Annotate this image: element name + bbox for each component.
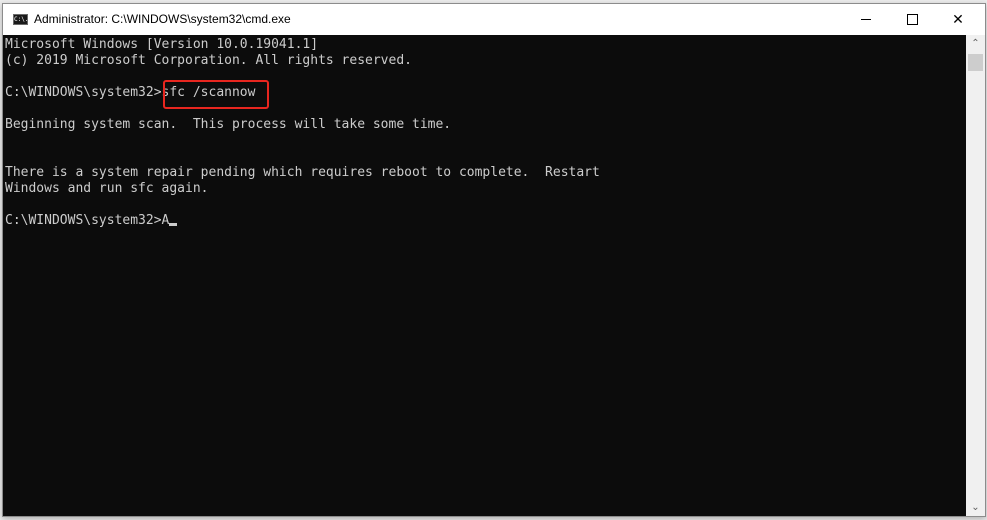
console-line: Microsoft Windows [Version 10.0.19041.1] — [5, 37, 319, 52]
minimize-button[interactable] — [843, 4, 889, 35]
close-button[interactable]: ✕ — [935, 4, 981, 35]
prompt-text: C:\WINDOWS\system32>A — [5, 213, 170, 228]
text-cursor — [169, 223, 178, 226]
cmd-window: C:\. Administrator: C:\WINDOWS\system32\… — [2, 3, 986, 517]
cmd-icon: C:\. — [13, 14, 28, 25]
vertical-scrollbar[interactable]: ⌃ ⌄ — [966, 35, 985, 516]
maximize-button[interactable] — [889, 4, 935, 35]
prompt-line[interactable]: C:\WINDOWS\system32>A — [5, 213, 178, 229]
scroll-up-icon[interactable]: ⌃ — [966, 35, 985, 52]
console-line: Windows and run sfc again. — [5, 181, 209, 196]
console-output[interactable]: Microsoft Windows [Version 10.0.19041.1]… — [3, 35, 966, 516]
maximize-icon — [906, 14, 918, 25]
console-line: Beginning system scan. This process will… — [5, 117, 452, 132]
scroll-down-icon[interactable]: ⌄ — [966, 499, 985, 516]
minimize-icon — [861, 19, 871, 20]
command-highlight-box — [163, 80, 269, 109]
close-icon: ✕ — [952, 11, 964, 28]
console-line: (c) 2019 Microsoft Corporation. All righ… — [5, 53, 412, 68]
console-line: There is a system repair pending which r… — [5, 165, 600, 180]
window-title: Administrator: C:\WINDOWS\system32\cmd.e… — [34, 12, 291, 26]
title-bar[interactable]: C:\. Administrator: C:\WINDOWS\system32\… — [3, 4, 985, 35]
scrollbar-thumb[interactable] — [968, 54, 983, 71]
